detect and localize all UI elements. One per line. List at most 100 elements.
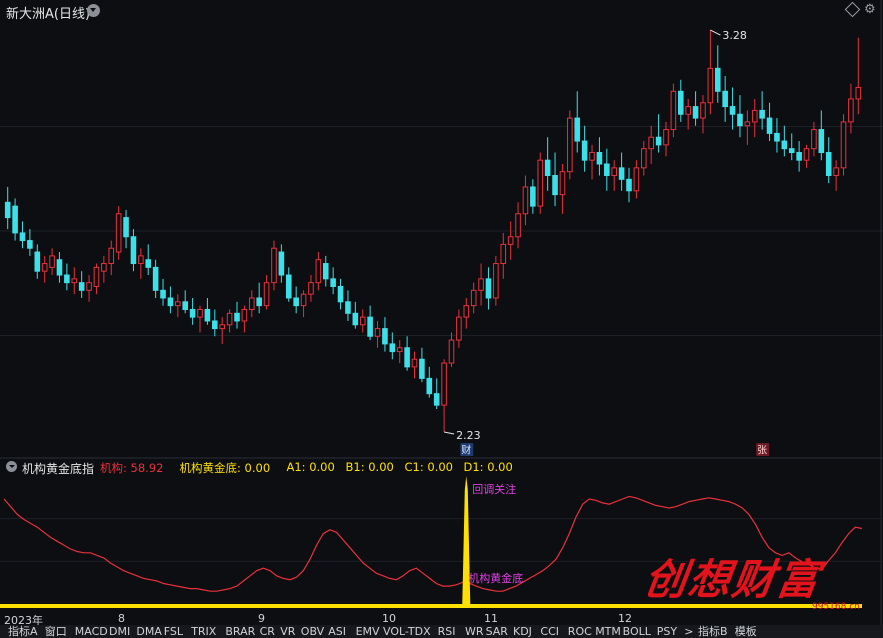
indicator-name: 机构黄金底指 [22,462,95,476]
candle-body [263,282,270,307]
tab-12[interactable]: EMV [356,625,380,638]
candle [840,114,847,176]
tab-10[interactable]: OBV [301,625,324,638]
candle-body [182,301,189,310]
candle-body [848,98,854,123]
candle [493,255,499,306]
candle-body [500,243,507,265]
candle-body [404,347,410,368]
candle [78,271,85,298]
candle [182,290,189,314]
candle-body [123,217,129,238]
tab-18[interactable]: CCI [540,625,559,638]
candle-body [811,129,817,150]
marker-cai: 财 [461,444,471,457]
candle [101,255,107,283]
candle [500,232,507,279]
candle-body [648,136,654,150]
indicator-value-4: C1: 0.00 [404,460,453,474]
tab-13[interactable]: VOL-TDX [383,625,431,638]
low-label: 2.23 [456,429,481,442]
candle [478,263,484,306]
candle-body [433,393,440,406]
candle [818,110,825,161]
candle [544,137,551,191]
tab-11[interactable]: ASI [328,625,346,638]
indicator-dropdown-icon[interactable] [6,461,17,472]
candle-body [315,259,322,284]
candle-body [507,236,514,245]
candle [71,267,78,295]
candle-body [751,109,758,123]
tab-14[interactable]: RSI [438,625,456,638]
tab-1[interactable]: 窗口 [45,625,67,638]
tab-16[interactable]: SAR [486,625,508,638]
tab-8[interactable]: CR [260,625,275,638]
candle-body [189,308,196,318]
date-tick: 11 [484,612,498,625]
candle-body [537,159,544,207]
indicator-value-2: A1: 0.00 [286,460,335,474]
tab-20[interactable]: MTM [595,625,621,638]
candle [507,221,514,260]
candle-body [611,167,618,176]
candle-body [78,282,85,291]
candle [315,252,322,291]
tab-23[interactable]: > [684,625,693,638]
candle [537,152,544,214]
candle-body [833,167,839,176]
tab-24[interactable]: 指标B [698,625,728,638]
tab-5[interactable]: FSL [164,625,183,638]
tab-3[interactable]: DMI [109,625,130,638]
candle-body [589,152,595,161]
tab-9[interactable]: VR [280,625,295,638]
candle-body [825,152,832,176]
candle [285,267,292,302]
candle-body [478,278,484,291]
candle-body [27,240,33,249]
candle [219,317,225,344]
candle-body [300,293,307,307]
kline-chart[interactable]: 3.28 2.23 财 张回调关注机构黄金底 [0,0,883,625]
candle-body [278,251,285,276]
candle-body [256,297,262,307]
tab-2[interactable]: MACD [75,625,108,638]
candle-body [855,86,862,100]
candle-body [552,174,558,196]
candle-body [93,266,100,288]
callout-top: 回调关注 [472,482,516,496]
tab-6[interactable]: TRIX [191,625,216,638]
candle-body [633,167,640,192]
candle-body [788,148,795,154]
candle-body [641,148,647,169]
tab-15[interactable]: WR [465,625,484,638]
candle [167,286,174,314]
candle-body [367,316,373,337]
candle-body [530,186,536,207]
candle [64,263,70,291]
tab-7[interactable]: BRAR [225,625,255,638]
candle [197,305,203,333]
candle [322,255,329,287]
tab-19[interactable]: ROC [568,625,592,638]
candle [766,102,773,142]
tab-21[interactable]: BOLL [623,625,651,638]
tab-0[interactable]: 指标A [8,625,38,638]
candle [670,83,677,138]
indicator-value-3: B1: 0.00 [345,460,394,474]
candle-body [522,186,529,215]
candle [271,240,277,291]
tab-17[interactable]: KDJ [513,625,532,638]
candle-body [226,312,233,326]
candle-body [241,308,248,322]
candle-body [330,278,336,288]
low-pointer [443,431,455,435]
candle-body [419,358,425,379]
candle-body [285,274,292,299]
candle [618,152,625,191]
candle [855,37,862,115]
tab-25[interactable]: 模板 [735,625,757,638]
tab-4[interactable]: DMA [136,625,162,638]
candle-body [34,251,41,272]
tab-22[interactable]: PSY [657,625,677,638]
